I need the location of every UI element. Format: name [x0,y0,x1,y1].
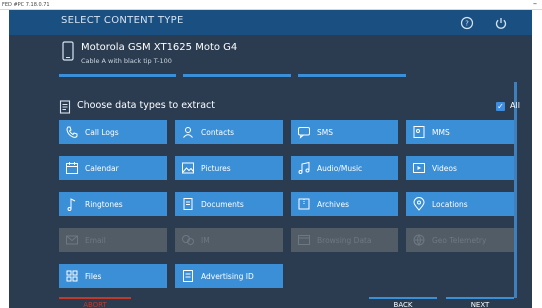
device-name: Motorola GSM XT1625 Moto G4 [81,42,238,53]
minimize-button[interactable]: – [533,0,537,8]
scrollbar[interactable] [514,82,517,298]
data-type-geo-telemetry-button: Geo Telemetry [406,228,514,252]
footer-bar: ABORT BACK NEXT [9,297,532,308]
data-type-audio-music-button[interactable]: Audio/Music [291,156,398,180]
phone-log-icon [65,125,79,139]
pictures-icon [181,161,195,175]
data-type-label: Audio/Music [317,163,363,173]
archives-icon [297,197,311,211]
data-type-label: SMS [317,127,333,137]
device-cable: Cable A with black tip T-100 [81,57,172,65]
data-type-advertising-id-button[interactable]: Advertising ID [175,264,283,288]
geo-icon [412,233,426,247]
ringtone-icon [65,197,79,211]
data-type-label: Email [85,235,106,245]
data-type-files-button[interactable]: Files [59,264,167,288]
data-type-label: Ringtones [85,199,123,209]
help-icon[interactable]: ? [460,15,474,30]
select-all-checkbox[interactable]: ✓ [496,102,505,111]
data-type-documents-button[interactable]: Documents [175,192,283,216]
contacts-icon [181,125,195,139]
data-type-label: Locations [432,199,468,209]
location-icon [412,197,426,211]
next-button[interactable]: NEXT [446,297,514,308]
back-button[interactable]: BACK [369,297,437,308]
data-type-mms-button[interactable]: MMS [406,120,514,144]
im-icon [181,233,195,247]
window-titlebar: FED #PC 7.18.0.71 – [0,0,542,10]
data-type-videos-button[interactable]: Videos [406,156,514,180]
section-title: Choose data types to extract [77,100,215,111]
phone-icon [62,41,74,65]
music-icon [297,161,311,175]
documents-icon [181,197,195,211]
tab-segment[interactable] [59,74,176,77]
data-type-label: Documents [201,199,244,209]
data-type-label: IM [201,235,210,245]
data-type-label: Contacts [201,127,235,137]
data-type-browsing-data-button: Browsing Data [291,228,398,252]
mms-icon [412,125,426,139]
data-type-label: Videos [432,163,457,173]
calendar-icon [65,161,79,175]
files-icon [65,269,79,283]
data-type-locations-button[interactable]: Locations [406,192,514,216]
data-types-header: Choose data types to extract ✓ All [59,96,520,118]
email-icon [65,233,79,247]
data-type-label: Call Logs [85,127,119,137]
app-window: SELECT CONTENT TYPE ? Motorola GSM XT162… [9,10,532,308]
data-type-im-button: IM [175,228,283,252]
power-icon[interactable] [494,15,508,29]
data-type-label: Calendar [85,163,119,173]
header-bar: SELECT CONTENT TYPE ? [9,10,532,35]
data-type-call-logs-button[interactable]: Call Logs [59,120,167,144]
data-type-sms-button[interactable]: SMS [291,120,398,144]
sms-icon [297,125,311,139]
tab-strip [9,74,532,78]
video-icon [412,161,426,175]
abort-button[interactable]: ABORT [59,297,131,308]
data-type-calendar-button[interactable]: Calendar [59,156,167,180]
tab-segment[interactable] [298,74,406,77]
data-type-pictures-button[interactable]: Pictures [175,156,283,180]
data-type-label: Geo Telemetry [432,235,487,245]
device-info: Motorola GSM XT1625 Moto G4 Cable A with… [9,35,532,78]
data-type-label: Browsing Data [317,235,372,245]
tab-segment[interactable] [183,74,291,77]
data-type-label: Pictures [201,163,231,173]
data-type-email-button: Email [59,228,167,252]
ad-id-icon [181,269,195,283]
svg-text:?: ? [465,20,469,28]
document-list-icon [59,99,72,118]
select-all-label: All [510,101,520,110]
page-title: SELECT CONTENT TYPE [61,15,184,26]
browsing-icon [297,233,311,247]
data-type-ringtones-button[interactable]: Ringtones [59,192,167,216]
data-type-label: Advertising ID [201,271,254,281]
data-type-label: Files [85,271,102,281]
data-type-archives-button[interactable]: Archives [291,192,398,216]
data-type-contacts-button[interactable]: Contacts [175,120,283,144]
data-type-label: Archives [317,199,349,209]
window-title: FED #PC 7.18.0.71 [2,2,50,8]
data-type-label: MMS [432,127,450,137]
